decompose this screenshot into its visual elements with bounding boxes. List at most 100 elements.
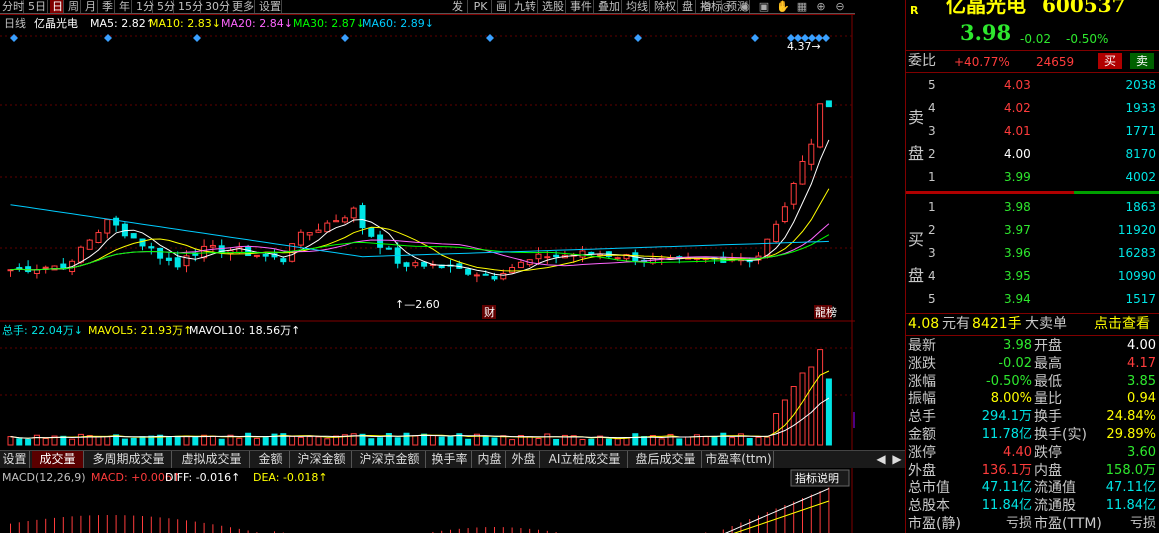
hand-icon[interactable]: ✋ (774, 0, 792, 13)
volume-bar (658, 438, 665, 446)
period-11[interactable]: 更多 (230, 0, 255, 13)
period-3[interactable]: 周 (66, 0, 81, 13)
stock-name: 亿晶光电 (946, 0, 1026, 17)
candle-body (553, 254, 560, 258)
candle-body (16, 267, 23, 270)
period-10[interactable]: 30分 (203, 0, 230, 13)
bid-level-2[interactable]: 2 3.97 11920 (906, 221, 1159, 239)
divider (906, 335, 1159, 336)
financial-report-mark[interactable]: 财 (484, 305, 495, 319)
indicator-tab-12[interactable]: 市盈率(ttm) (704, 451, 774, 468)
period-7[interactable]: 1分 (134, 0, 154, 13)
period-12[interactable]: 设置 (257, 0, 282, 13)
tool-6[interactable]: 叠加 (596, 0, 622, 13)
period-4[interactable]: 月 (83, 0, 98, 13)
quote-value: 亏损 (1005, 516, 1032, 531)
sell-button[interactable]: 卖 (1130, 53, 1154, 69)
volume-bar (174, 435, 181, 446)
tool-3[interactable]: 九转 (512, 0, 538, 13)
ask-level-5[interactable]: 5 4.03 2038 (906, 76, 1159, 94)
candlestick-chart[interactable]: 日线 亿晶光电 MA5: 2.82↑MA10: 2.83↓ MA20: 2.84↓ MA… (0, 14, 855, 452)
big-order-volume: 8421手 (972, 316, 1022, 332)
quote-value: -0.50% (986, 373, 1032, 389)
tool-1[interactable]: PK (470, 0, 492, 13)
indicator-tab-7[interactable]: 换手率 (428, 451, 472, 468)
zoom-in-icon[interactable]: ⊕ (812, 0, 830, 13)
tool-2[interactable]: 画 (494, 0, 510, 13)
indicator-tab-3[interactable]: 虚拟成交量 (174, 451, 250, 468)
bid-level-4[interactable]: 4 3.95 10990 (906, 267, 1159, 285)
big-order-yuan-you: 元有 (942, 316, 970, 332)
quote-label: 最新 (908, 338, 936, 354)
scroll-right-icon[interactable]: ▶ (890, 451, 904, 468)
weibi-row: 委比 +40.77% 24659 买 卖 (906, 51, 1159, 71)
tool-5[interactable]: 事件 (568, 0, 594, 13)
tool-7[interactable]: 均线 (624, 0, 650, 13)
candle-body (95, 232, 102, 244)
tool-4[interactable]: 选股 (540, 0, 566, 13)
indicator-tab-11[interactable]: 盘后成交量 (630, 451, 702, 468)
ask-level-4[interactable]: 4 4.02 1933 (906, 99, 1159, 117)
bid-level-3[interactable]: 3 3.96 16283 (906, 244, 1159, 262)
candle-body (113, 217, 120, 226)
volume-bar (95, 435, 102, 446)
gear-icon[interactable]: ⚙ (698, 0, 716, 13)
candle-body (377, 234, 384, 248)
indicator-tab-10[interactable]: AI立桩成交量 (542, 451, 628, 468)
dragon-list-mark[interactable]: 龍榜 (815, 305, 837, 319)
period-6[interactable]: 年 (117, 0, 132, 13)
r-badge: R (910, 4, 919, 17)
tool-8[interactable]: 除权 (652, 0, 678, 13)
tool-9[interactable]: 盘 (680, 0, 696, 13)
buy-side-label-1: 买 (908, 230, 925, 249)
candle-body (491, 275, 498, 280)
grid-icon[interactable]: ▦ (793, 0, 811, 13)
period-1[interactable]: 5日 (26, 0, 48, 13)
buy-button[interactable]: 买 (1098, 53, 1122, 69)
bid-level-5[interactable]: 5 3.94 1517 (906, 290, 1159, 308)
period-5[interactable]: 季 (100, 0, 115, 13)
candle-body (500, 273, 507, 280)
quote-row: 总股本 11.84亿 流通股 11.84亿 (906, 497, 1159, 515)
indicator-tab-2[interactable]: 多周期成交量 (86, 451, 172, 468)
bid-level-number: 4 (928, 269, 936, 283)
indicator-tab-6[interactable]: 沪深京金额 (354, 451, 426, 468)
ask-level-1[interactable]: 1 3.99 4002 (906, 168, 1159, 186)
ask-level-2[interactable]: 2 4.00 8170 (906, 145, 1159, 163)
candle-body (245, 246, 252, 257)
indicator-tab-5[interactable]: 沪深金额 (292, 451, 352, 468)
quote-label: 市盈(TTM) (1034, 516, 1102, 532)
volume-bar (412, 435, 419, 446)
target-icon[interactable]: ◎ (717, 0, 735, 13)
indicator-tab-8[interactable]: 内盘 (474, 451, 506, 468)
scroll-left-icon[interactable]: ◀ (874, 451, 888, 468)
big-order-link[interactable]: 点击查看 (1094, 315, 1150, 333)
bid-level-1[interactable]: 1 3.98 1863 (906, 198, 1159, 216)
ask-level-3[interactable]: 3 4.01 1771 (906, 122, 1159, 140)
volume-bar (77, 433, 84, 446)
macd-panel[interactable]: MACD(12,26,9) MACD: +0.006↑DIFF: -0.016↑ D… (0, 468, 855, 533)
volume-bar (491, 437, 498, 446)
candle-body (825, 100, 832, 108)
indicator-tab-9[interactable]: 外盘 (508, 451, 540, 468)
quote-label: 跌停 (1034, 444, 1062, 461)
period-9[interactable]: 15分 (176, 0, 203, 13)
zoom-out-icon[interactable]: ⊖ (831, 0, 849, 13)
indicator-tab-1[interactable]: 成交量 (32, 451, 84, 468)
indicator-tab-4[interactable]: 金额 (252, 451, 290, 468)
candle-body (368, 227, 375, 237)
quote-value: 8.00% (990, 391, 1032, 407)
candle-body (324, 222, 331, 233)
indicator-tab-0[interactable]: 设置 (0, 451, 30, 468)
period-8[interactable]: 5分 (155, 0, 175, 13)
quote-label: 开盘 (1034, 338, 1062, 354)
ask-level-number: 5 (928, 78, 936, 92)
divider (906, 72, 1159, 73)
tool-0[interactable]: 发 (448, 0, 468, 13)
volume-bar (438, 436, 445, 446)
eye-icon[interactable]: ◉ (736, 0, 754, 13)
period-0[interactable]: 分时 (0, 0, 24, 13)
basket-icon[interactable]: ▣ (755, 0, 773, 13)
volume-bar (7, 436, 14, 446)
period-2[interactable]: 日 (50, 0, 64, 13)
